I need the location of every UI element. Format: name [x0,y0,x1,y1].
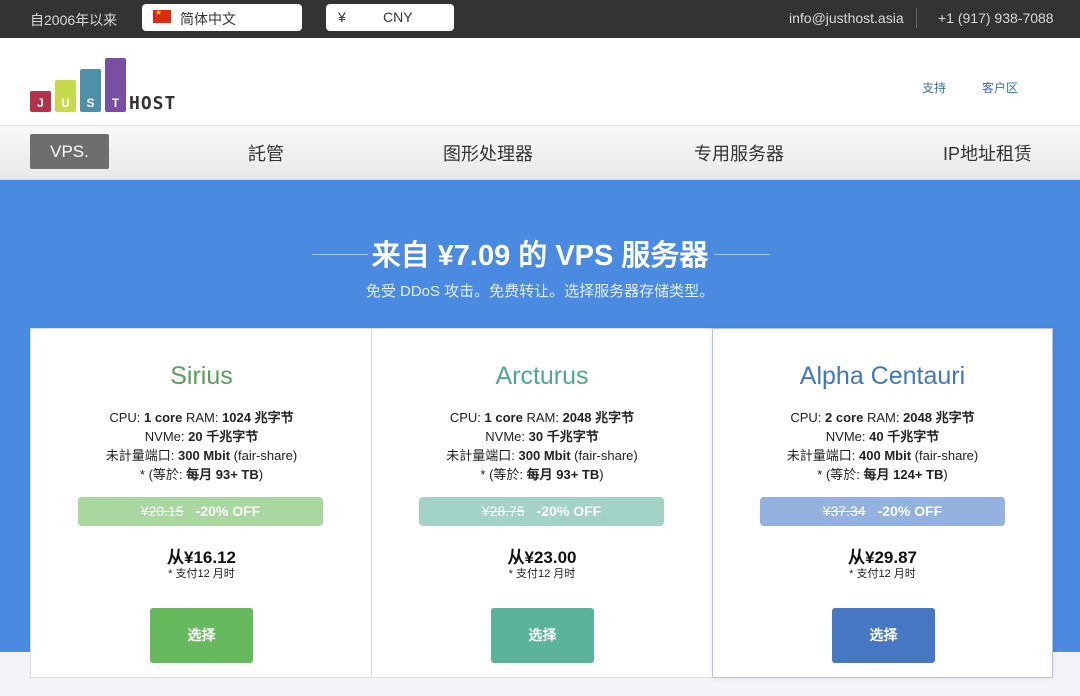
plans-container: Sirius CPU: 1 core RAM: 1024 兆字节 NVMe: 2… [30,328,1053,678]
currency-selector[interactable]: ¥ CNY [326,4,454,31]
logo-bar-t: T [105,58,126,112]
header: J U S T HOST 支持 客户区 [0,38,1080,125]
plan-nvme: NVMe: 20 千兆字节 [144,429,259,444]
discount-badge: ¥37.34 -20% OFF [760,497,1005,526]
old-price: ¥37.34 [822,503,866,519]
plan-name: Alpha Centauri [799,362,966,390]
discount-badge: ¥28.75 -20% OFF [419,497,664,526]
nav-item-ip-rental[interactable]: IP地址租赁 [943,140,1032,166]
support-link[interactable]: 支持 [922,79,946,96]
since-text: 自2006年以来 [30,12,118,28]
language-label: 简体中文 [180,11,236,27]
email-link[interactable]: info@justhost.asia [789,10,904,26]
plan-cpu-ram: CPU: 1 core RAM: 1024 兆字节 [109,410,294,425]
plan-traffic: * (等於: 每月 93+ TB) [139,467,264,482]
plan-card-sirius: Sirius CPU: 1 core RAM: 1024 兆字节 NVMe: 2… [31,329,372,677]
china-flag-icon [153,8,171,23]
plan-cpu-ram: CPU: 1 core RAM: 2048 兆字节 [449,410,635,425]
divider [916,8,917,28]
top-bar: 自2006年以来 简体中文 ¥ CNY info@justhost.asia +… [0,0,1080,38]
logo-host-text: HOST [129,93,177,114]
plan-traffic: * (等於: 每月 93+ TB) [480,467,604,482]
plan-traffic: * (等於: 每月 124+ TB) [817,467,948,482]
plan-nvme: NVMe: 30 千兆字节 [485,429,599,444]
plan-term: * 支付12 月时 [849,568,916,580]
title-line-right [714,254,770,255]
select-plan-button[interactable]: 选择 [491,608,594,663]
logo-bar-u: U [55,80,76,112]
client-area-link[interactable]: 客户区 [982,79,1018,96]
main-nav: VPS. 託管 图形处理器 专用服务器 IP地址租赁 [0,125,1080,180]
plan-name: Sirius [170,362,233,390]
discount-badge: ¥20.15 -20% OFF [78,497,323,526]
discount-text: -20% OFF [195,503,261,519]
discount-text: -20% OFF [536,503,602,519]
nav-item-vps[interactable]: VPS. [30,134,109,169]
logo-bar-j: J [30,91,51,112]
currency-symbol: ¥ [338,9,346,25]
language-selector[interactable]: 简体中文 [142,4,302,31]
hero-title: 来自 ¥7.09 的 VPS 服务器 [371,240,709,272]
plan-cpu-ram: CPU: 2 core RAM: 2048 兆字节 [790,410,975,425]
plan-term: * 支付12 月时 [168,568,235,580]
phone-link[interactable]: +1 (917) 938-7088 [938,10,1054,26]
discount-text: -20% OFF [877,503,943,519]
plan-port: 未計量端口: 300 Mbit (fair-share) [105,448,298,463]
old-price: ¥20.15 [140,503,184,519]
select-plan-button[interactable]: 选择 [150,608,253,663]
plan-port: 未計量端口: 400 Mbit (fair-share) [786,448,979,463]
nav-item-dedicated[interactable]: 专用服务器 [694,140,784,166]
plan-name: Arcturus [495,362,589,390]
currency-label: CNY [383,9,413,25]
plan-term: * 支付12 月时 [508,568,576,580]
hero-subtitle: 免受 DDoS 攻击。免费转让。选择服务器存储类型。 [365,283,715,300]
nav-item-colocation[interactable]: 託管 [248,140,284,166]
nav-item-gpu[interactable]: 图形处理器 [443,140,533,166]
plan-card-arcturus: Arcturus CPU: 1 core RAM: 2048 兆字节 NVMe:… [371,329,712,677]
plan-port: 未計量端口: 300 Mbit (fair-share) [446,448,638,463]
plan-card-alpha-centauri: Alpha Centauri CPU: 2 core RAM: 2048 兆字节… [712,328,1053,678]
logo-bar-s: S [80,69,101,112]
justhost-logo[interactable]: J U S T HOST [30,58,180,114]
old-price: ¥28.75 [481,503,525,519]
select-plan-button[interactable]: 选择 [832,608,935,663]
plan-nvme: NVMe: 40 千兆字节 [825,429,940,444]
